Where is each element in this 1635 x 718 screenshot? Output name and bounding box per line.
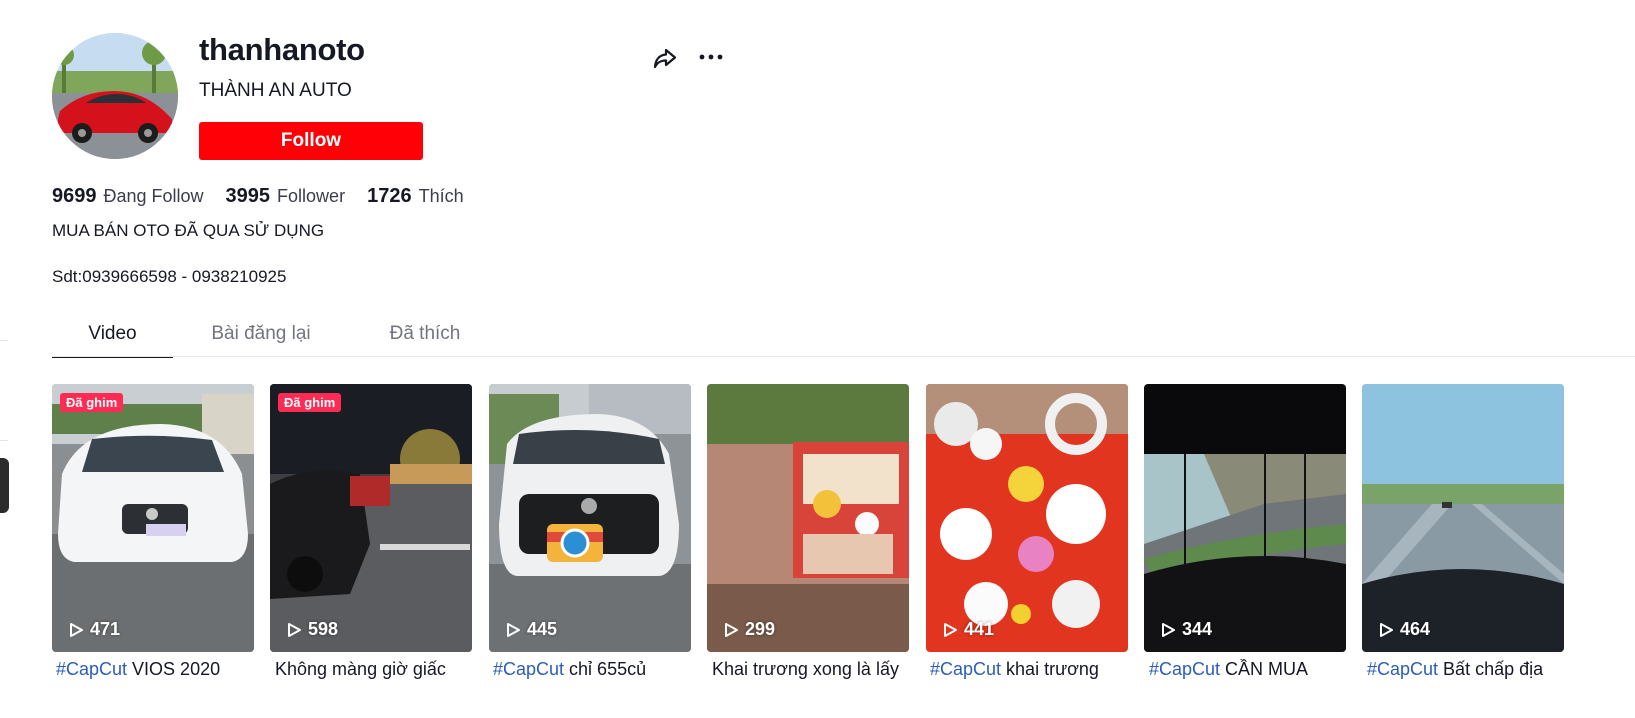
video-card[interactable]: 299	[707, 384, 909, 652]
view-count-value: 299	[745, 619, 776, 639]
play-icon	[288, 622, 301, 637]
view-count: 471	[68, 619, 120, 640]
share-icon[interactable]	[651, 44, 679, 72]
view-count: 441	[942, 619, 994, 640]
play-icon	[1380, 622, 1393, 637]
video-caption[interactable]: #CapCut Bất chấp địa	[1367, 659, 1569, 680]
stat-following-count: 9699	[52, 185, 97, 207]
view-count: 445	[505, 619, 557, 640]
profile-bio: MUA BÁN OTO ĐÃ QUA SỬ DỤNG	[52, 221, 325, 240]
follow-button[interactable]: Follow	[199, 122, 423, 160]
hashtag-link[interactable]: #CapCut	[1149, 659, 1220, 679]
sidebar-edge-divider	[0, 440, 8, 441]
hashtag-link[interactable]: #CapCut	[493, 659, 564, 679]
profile-nickname: THÀNH AN AUTO	[199, 80, 352, 101]
video-card[interactable]: 445	[489, 384, 691, 652]
sidebar-edge-divider	[0, 340, 8, 341]
video-caption[interactable]: Không màng giờ giấc	[275, 659, 477, 680]
profile-stats: 9699 Đang Follow 3995 Follower 1726 Thíc…	[52, 185, 486, 208]
stat-likes: 1726 Thích	[367, 185, 464, 208]
pinned-badge: Đã ghim	[278, 393, 342, 412]
view-count-value: 344	[1182, 619, 1213, 639]
view-count-value: 441	[964, 619, 995, 639]
video-thumbnail	[52, 384, 254, 652]
video-thumbnail	[489, 384, 691, 652]
stat-following-label: Đang Follow	[103, 186, 204, 206]
hashtag-link[interactable]: #CapCut	[930, 659, 1001, 679]
profile-phone: Sdt:0939666598 - 0938210925	[52, 267, 287, 286]
stat-likes-count: 1726	[367, 185, 412, 207]
video-card[interactable]: Đã ghim 471	[52, 384, 254, 652]
video-card[interactable]: 464	[1362, 384, 1564, 652]
view-count: 299	[723, 619, 775, 640]
view-count-value: 598	[308, 619, 339, 639]
video-thumbnail	[1144, 384, 1346, 652]
tab-reposts[interactable]: Bài đăng lại	[173, 314, 349, 358]
pinned-badge: Đã ghim	[60, 393, 124, 412]
video-thumbnail	[270, 384, 472, 652]
video-caption[interactable]: #CapCut chỉ 655củ	[493, 659, 695, 680]
stat-followers-label: Follower	[277, 186, 346, 206]
play-icon	[1162, 622, 1175, 637]
play-icon	[507, 622, 520, 637]
view-count-value: 445	[527, 619, 558, 639]
caption-text: Không màng giờ giấc	[275, 659, 446, 679]
view-count: 598	[286, 619, 338, 640]
video-thumbnail	[707, 384, 909, 652]
tabs-divider	[52, 356, 1635, 357]
video-caption[interactable]: #CapCut khai trương	[930, 659, 1132, 680]
tab-liked[interactable]: Đã thích	[349, 314, 501, 358]
caption-text: khai trương	[1006, 659, 1099, 679]
tab-video[interactable]: Video	[52, 314, 173, 358]
video-caption[interactable]: Khai trương xong là lấy	[712, 659, 914, 680]
profile-tabs: Video Bài đăng lại Đã thích	[52, 314, 501, 358]
avatar-red-car-image	[52, 33, 178, 159]
caption-text: CẦN MUA	[1225, 659, 1309, 679]
stat-following[interactable]: 9699 Đang Follow	[52, 185, 204, 208]
stat-likes-label: Thích	[418, 186, 464, 206]
view-count-value: 464	[1400, 619, 1431, 639]
play-icon	[70, 622, 83, 637]
video-caption[interactable]: #CapCut CẦN MUA	[1149, 659, 1351, 680]
video-thumbnail	[926, 384, 1128, 652]
profile-avatar[interactable]	[52, 33, 178, 159]
view-count: 344	[1160, 619, 1212, 640]
stat-followers-count: 3995	[225, 185, 271, 207]
play-icon	[725, 622, 738, 637]
caption-text: Khai trương xong là lấy	[712, 659, 899, 679]
profile-username: thanhanoto	[199, 32, 365, 67]
video-card[interactable]: 441	[926, 384, 1128, 652]
sidebar-collapse-handle[interactable]	[0, 458, 9, 513]
caption-text: chỉ 655củ	[569, 659, 647, 679]
more-horizontal-icon[interactable]	[697, 44, 725, 72]
hashtag-link[interactable]: #CapCut	[56, 659, 127, 679]
caption-text: VIOS 2020	[132, 659, 221, 679]
stat-followers[interactable]: 3995 Follower	[226, 185, 346, 208]
video-card[interactable]: 344	[1144, 384, 1346, 652]
video-thumbnail	[1362, 384, 1564, 652]
caption-text: Bất chấp địa	[1443, 659, 1544, 679]
play-icon	[944, 622, 957, 637]
hashtag-link[interactable]: #CapCut	[1367, 659, 1438, 679]
video-card[interactable]: Đã ghim 598	[270, 384, 472, 652]
video-caption[interactable]: #CapCut VIOS 2020	[56, 659, 258, 680]
view-count-value: 471	[90, 619, 121, 639]
view-count: 464	[1378, 619, 1430, 640]
